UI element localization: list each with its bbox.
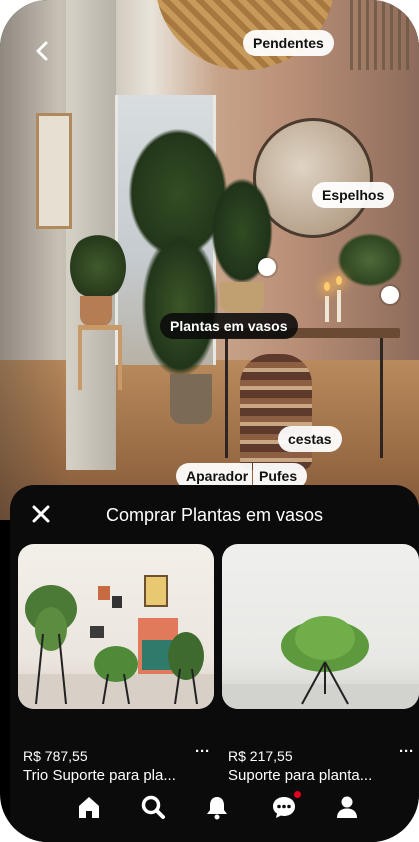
photo-plant-left [70,232,126,302]
photo-planter-right [220,282,264,312]
product-price: R$ 787,55 [23,748,88,764]
product-image[interactable] [18,544,214,709]
back-button[interactable] [30,38,56,64]
photo-shadow [0,0,70,520]
chat-icon [273,797,295,818]
search-icon [141,795,165,819]
profile-icon [337,796,357,818]
chevron-left-icon [36,41,48,61]
hotspot-dot[interactable] [381,286,399,304]
photo-candle-flame [324,282,330,291]
tag-pendentes[interactable]: Pendentes [243,30,334,56]
nav-messages[interactable] [270,791,301,821]
tag-espelhos[interactable]: Espelhos [312,182,395,208]
bell-icon [207,797,227,820]
tag-cestas[interactable]: cestas [278,426,342,452]
notification-dot [294,791,301,798]
bottom-nav [10,785,419,835]
product-title[interactable]: Suporte para planta... [228,767,372,784]
photo-basket [240,354,312,470]
tag-plantas-em-vasos[interactable]: Plantas em vasos [160,313,298,339]
nav-profile[interactable] [333,793,361,821]
photo-console-leg [380,338,383,458]
photo-bead-curtain [350,0,410,70]
photo-stool [78,325,122,390]
product-image[interactable] [222,544,419,709]
photo-wall-frame [36,113,72,229]
photo-planter-left [80,296,112,326]
more-options-button[interactable]: ··· [195,743,210,760]
product-title[interactable]: Trio Suporte para pla... [23,767,176,784]
photo-candle-flame [336,276,342,285]
phone-screen: Pendentes Espelhos Plantas em vasos cest… [0,0,419,842]
photo-plant-tall-bottom [140,230,220,380]
product-illustration [222,616,419,709]
shop-sheet: Comprar Plantas em vasos R$ 787,55 ··· T… [10,485,419,842]
photo-console-leg [225,338,228,458]
nav-search[interactable] [139,793,167,821]
product-price: R$ 217,55 [228,748,293,764]
home-icon [79,797,99,818]
more-options-button[interactable]: ··· [399,743,414,760]
nav-notifications[interactable] [203,793,231,821]
pin-photo[interactable] [0,0,419,520]
nav-home[interactable] [75,793,103,821]
photo-candle [337,290,341,322]
product-illustration [18,575,214,709]
hotspot-dot[interactable] [258,258,276,276]
photo-plant-console [336,232,404,288]
sheet-title: Comprar Plantas em vasos [105,505,324,525]
photo-planter-center [170,374,212,424]
photo-candle [325,296,329,322]
